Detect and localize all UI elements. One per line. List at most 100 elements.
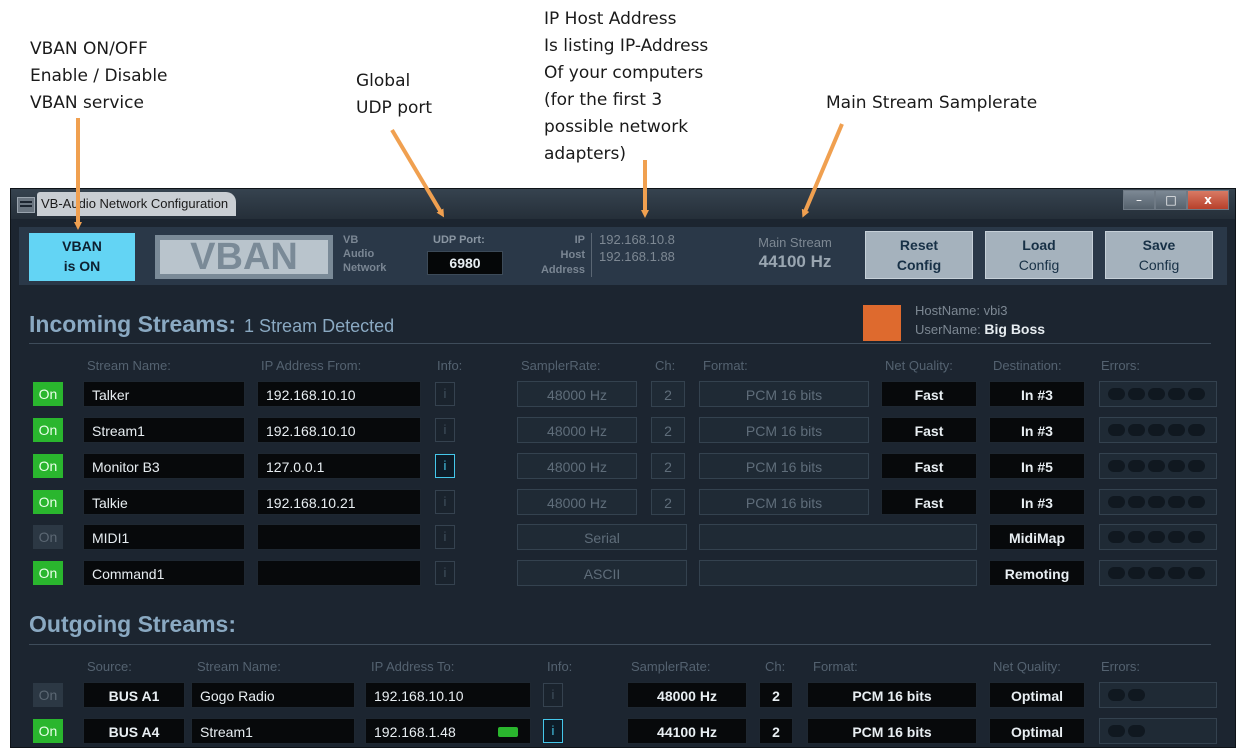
col-destination: Destination: [993,358,1062,373]
error-led [1168,460,1185,472]
stream-name-field[interactable]: Command1 [83,560,245,586]
toolbar: VBAN is ON VBAN VB Audio Network UDP Por… [19,227,1227,285]
stream-on-toggle[interactable]: On [33,418,63,442]
col-info: Info: [547,659,573,674]
stream-on-toggle[interactable]: On [33,561,63,585]
error-led [1148,496,1165,508]
maximize-icon[interactable]: □ [1155,190,1187,210]
stream-on-toggle[interactable]: On [33,454,63,478]
destination-field[interactable]: In #3 [989,489,1085,515]
host-color-swatch[interactable] [863,305,901,341]
stream-name-field[interactable]: Monitor B3 [83,453,245,479]
destination-field[interactable]: In #3 [989,381,1085,407]
destination-field[interactable]: In #3 [989,417,1085,443]
samplerate-field[interactable]: 48000 Hz [627,682,747,708]
vban-toggle-button[interactable]: VBAN is ON [29,233,135,281]
col-format: Format: [703,358,748,373]
transport-type-field: ASCII [517,560,687,586]
info-icon[interactable]: i [435,525,455,549]
annotation-vban-onoff: VBAN ON/OFF Enable / Disable VBAN servic… [30,39,168,113]
error-led [1188,388,1205,400]
annotation-udp-port: Global UDP port [356,71,433,118]
stream-on-toggle[interactable]: On [33,382,63,406]
net-quality-field[interactable]: Fast [881,381,977,407]
source-bus-field[interactable]: BUS A1 [83,682,185,708]
ip-address-from-field[interactable]: 192.168.10.10 [257,381,421,407]
col-ip-from: IP Address From: [261,358,362,373]
incoming-streams-title: Incoming Streams: 1 Stream Detected [29,311,395,337]
stream-on-toggle[interactable]: On [33,490,63,514]
ip-address-from-field[interactable]: 127.0.0.1 [257,453,421,479]
format-field[interactable]: PCM 16 bits [807,718,977,744]
source-bus-field[interactable]: BUS A4 [83,718,185,744]
ip-address-from-field[interactable] [257,524,421,550]
net-quality-field[interactable]: Fast [881,453,977,479]
load-config-button[interactable]: Load Config [985,231,1093,279]
stream-name-field[interactable]: Stream1 [83,417,245,443]
ip-address-from-field[interactable]: 192.168.10.10 [257,417,421,443]
error-led [1148,531,1165,543]
vban-logo: VBAN [155,235,333,279]
destination-field[interactable]: MidiMap [989,524,1085,550]
info-icon[interactable]: i [435,490,455,514]
error-led [1168,424,1185,436]
reset-config-button[interactable]: Reset Config [865,231,973,279]
main-stream-samplerate[interactable]: Main Stream 44100 Hz [743,235,847,273]
error-led [1188,496,1205,508]
udp-port-input[interactable]: 6980 [427,251,503,275]
info-icon[interactable]: i [435,418,455,442]
title-bar[interactable]: VB-Audio Network Configuration – □ x [11,189,1235,219]
destination-field[interactable]: Remoting [989,560,1085,586]
window-title: VB-Audio Network Configuration [37,192,237,216]
error-led [1128,496,1145,508]
stream-name-field[interactable]: Gogo Radio [191,682,355,708]
stream-name-field[interactable]: Talker [83,381,245,407]
stream-on-toggle[interactable]: On [33,525,63,549]
annotation-ip-host: IP Host Address Is listing IP-Address Of… [544,9,709,164]
samplerate-field: 48000 Hz [517,381,637,407]
incoming-stream-row: On Monitor B3 127.0.0.1 i 48000 Hz 2 PCM 16 bi… [11,453,1235,479]
incoming-streams-count: 1 Stream Detected [244,316,395,336]
info-icon[interactable]: i [543,719,563,743]
destination-field[interactable]: In #5 [989,453,1085,479]
net-quality-field[interactable]: Optimal [989,682,1085,708]
samplerate-field[interactable]: 44100 Hz [627,718,747,744]
samplerate-field: 48000 Hz [517,417,637,443]
info-icon[interactable]: i [435,454,455,478]
col-stream-name: Stream Name: [87,358,171,373]
error-led [1128,424,1145,436]
errors-indicator [1099,453,1217,479]
incoming-stream-row: On MIDI1 i Serial MidiMap [11,524,1235,550]
error-led [1128,567,1145,579]
transport-type-field: Serial [517,524,687,550]
net-quality-field[interactable]: Optimal [989,718,1085,744]
stream-on-toggle[interactable]: On [33,683,63,707]
stream-on-toggle[interactable]: On [33,719,63,743]
ip-address-from-field[interactable] [257,560,421,586]
net-quality-field[interactable]: Fast [881,489,977,515]
channels-field[interactable]: 2 [759,682,793,708]
errors-indicator [1099,524,1217,550]
info-icon[interactable]: i [435,561,455,585]
section-divider [29,343,1211,344]
col-format: Format: [813,659,858,674]
net-quality-field[interactable]: Fast [881,417,977,443]
save-config-button[interactable]: Save Config [1105,231,1213,279]
stream-name-field[interactable]: Stream1 [191,718,355,744]
active-indicator [498,727,518,737]
ip-address-from-field[interactable]: 192.168.10.21 [257,489,421,515]
stream-name-field[interactable]: Talkie [83,489,245,515]
format-field[interactable]: PCM 16 bits [807,682,977,708]
stream-name-field[interactable]: MIDI1 [83,524,245,550]
ip-address-to-field[interactable]: 192.168.1.48 [365,718,531,744]
error-led [1108,567,1125,579]
minimize-icon[interactable]: – [1123,190,1155,210]
error-led [1168,388,1185,400]
ip-address-to-field[interactable]: 192.168.10.10 [365,682,531,708]
channels-field[interactable]: 2 [759,718,793,744]
info-icon[interactable]: i [435,382,455,406]
format-field: PCM 16 bits [699,489,869,515]
close-icon[interactable]: x [1187,190,1229,210]
error-led [1108,460,1125,472]
info-icon[interactable]: i [543,683,563,707]
